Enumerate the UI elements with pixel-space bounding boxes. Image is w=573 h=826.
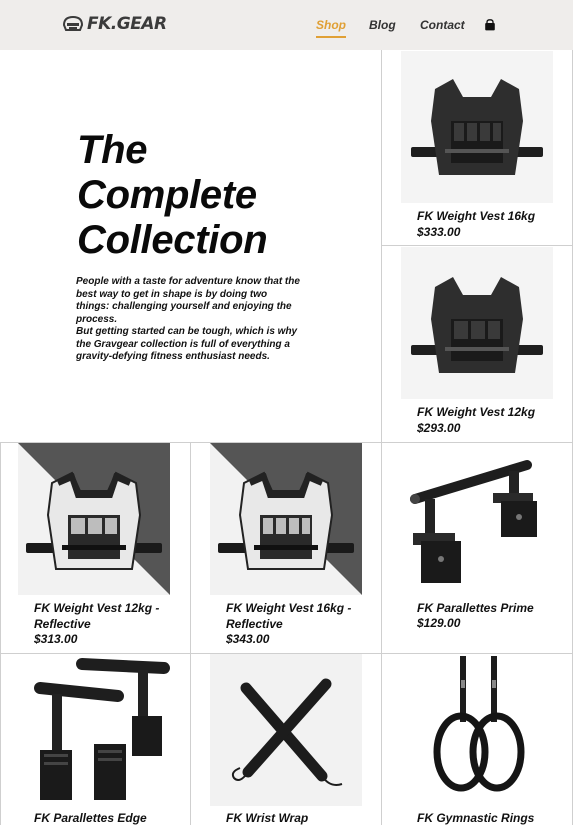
product-image[interactable]: [401, 247, 553, 399]
product-image[interactable]: [401, 51, 553, 203]
product-price: $333.00: [417, 225, 461, 239]
product-price: $129.00: [417, 616, 461, 630]
logo-text: FK.GEAR: [87, 14, 167, 34]
product-card[interactable]: FK Weight Vest 12kg - Reflective $313.00: [18, 443, 188, 652]
product-card[interactable]: FK Gymnastic Rings: [401, 654, 554, 825]
product-card[interactable]: FK Parallettes Edge: [18, 654, 188, 825]
hero-title: The Complete Collection: [77, 128, 268, 263]
hero-title-line2: Complete: [77, 173, 257, 217]
weight-vest-reflective-image: [18, 443, 170, 595]
parallettes-image: [410, 460, 537, 583]
gymnastic-rings-image: [433, 656, 525, 792]
shopping-bag-icon[interactable]: [484, 19, 496, 31]
site-header: FK.GEAR Shop Blog Contact: [0, 0, 573, 50]
product-name[interactable]: FK Weight Vest 16kg: [417, 208, 567, 224]
nav-contact[interactable]: Contact: [420, 18, 465, 32]
hero-title-line1: The: [77, 128, 148, 172]
product-price: $343.00: [226, 632, 270, 646]
product-card[interactable]: FK Weight Vest 12kg $293.00: [401, 247, 554, 441]
weight-vest-reflective-image: [210, 443, 362, 595]
product-card[interactable]: FK Weight Vest 16kg $333.00: [401, 51, 554, 245]
product-price: $313.00: [34, 632, 78, 646]
helmet-logo-icon: [62, 15, 84, 31]
product-card[interactable]: FK Parallettes Prime $129.00: [401, 443, 554, 652]
grid-divider: [381, 245, 573, 246]
weight-vest-image: [411, 277, 543, 373]
grid-divider: [190, 442, 191, 825]
product-image[interactable]: [401, 654, 553, 806]
product-name[interactable]: FK Gymnastic Rings: [417, 810, 567, 826]
wrist-wrap-image: [231, 678, 343, 786]
product-name[interactable]: FK Wrist Wrap: [226, 810, 376, 826]
product-image[interactable]: [210, 654, 362, 806]
product-card[interactable]: FK Weight Vest 16kg - Reflective $343.00: [210, 443, 380, 652]
product-image[interactable]: [18, 654, 170, 806]
logo[interactable]: FK.GEAR: [62, 14, 167, 34]
product-name[interactable]: FK Weight Vest 16kg - Reflective: [226, 600, 376, 632]
product-card[interactable]: FK Wrist Wrap: [210, 654, 380, 825]
parallettes-image: [34, 658, 170, 800]
product-name[interactable]: FK Weight Vest 12kg - Reflective: [34, 600, 184, 632]
grid-divider: [0, 442, 1, 825]
product-name[interactable]: FK Weight Vest 12kg: [417, 404, 567, 420]
product-image[interactable]: [401, 443, 553, 595]
product-image[interactable]: [210, 443, 362, 595]
weight-vest-image: [411, 79, 543, 175]
product-name[interactable]: FK Parallettes Prime: [417, 600, 567, 616]
grid-divider: [381, 50, 382, 825]
hero-paragraph-1: People with a taste for adventure know t…: [76, 276, 300, 325]
nav-blog[interactable]: Blog: [369, 18, 396, 32]
hero-title-line3: Collection: [77, 218, 268, 262]
hero-paragraph-2: But getting started can be tough, which …: [76, 326, 298, 362]
product-image[interactable]: [18, 443, 170, 595]
nav-shop[interactable]: Shop: [316, 18, 346, 38]
product-price: $293.00: [417, 421, 461, 435]
product-name[interactable]: FK Parallettes Edge: [34, 810, 184, 826]
